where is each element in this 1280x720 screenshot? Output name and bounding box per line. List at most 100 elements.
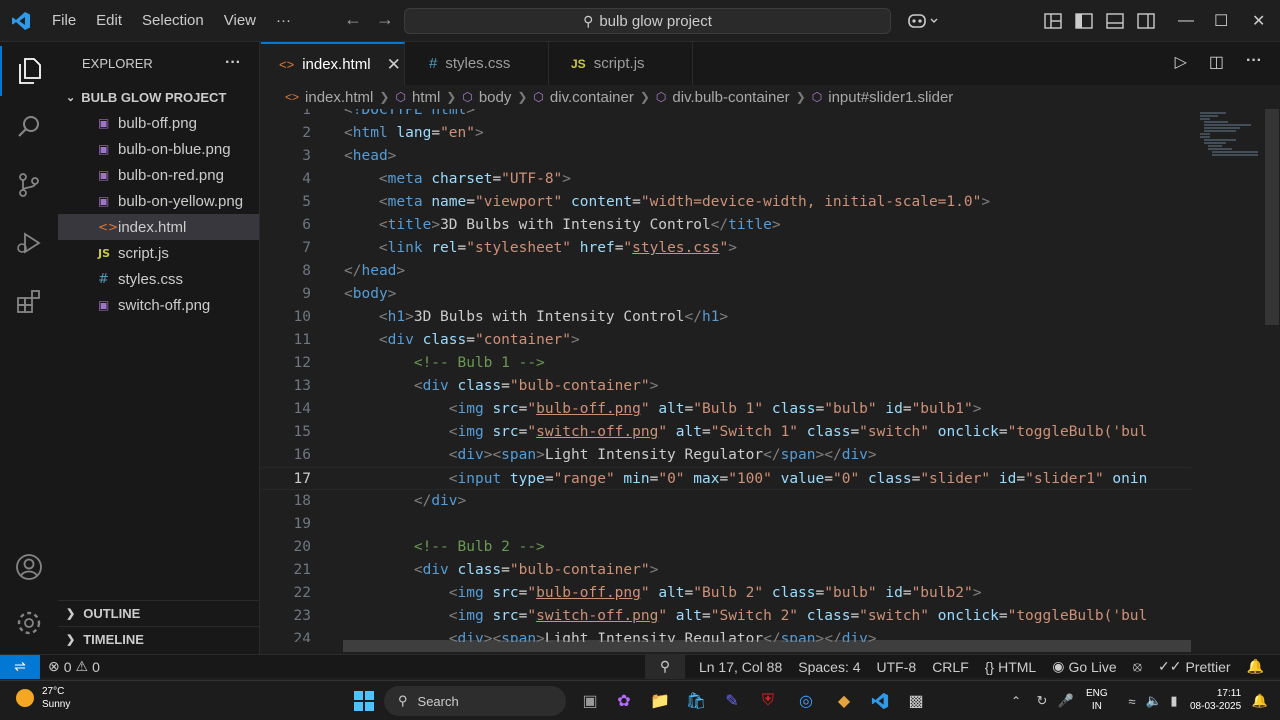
run-debug-icon[interactable]: [0, 218, 58, 268]
clock[interactable]: 17:11 08-03-2025: [1190, 687, 1241, 713]
account-icon[interactable]: [0, 542, 58, 592]
timeline-section[interactable]: ❯ TIMELINE: [58, 626, 260, 652]
problems-indicator[interactable]: ⊗ 0 ⚠ 0: [40, 655, 108, 679]
maximize-icon[interactable]: ☐: [1214, 0, 1228, 42]
more-actions-icon[interactable]: ···: [225, 54, 241, 72]
security-app-icon[interactable]: ⛨: [756, 689, 780, 713]
vertical-scrollbar[interactable]: [1265, 109, 1279, 325]
taskbar-search[interactable]: ⚲ Search: [384, 686, 566, 716]
code-editor[interactable]: 1 <!DOCTYPE html> 2 <html lang="en"> 3 <head>…: [261, 109, 1191, 642]
file-item-bulb-on-blue-png[interactable]: ▣ bulb-on-blue.png: [58, 136, 259, 162]
breadcrumb-item[interactable]: html: [412, 89, 440, 106]
go-live-button[interactable]: ◉ Go Live: [1044, 655, 1124, 679]
encoding[interactable]: UTF-8: [869, 655, 925, 679]
more-actions-icon[interactable]: ···: [1246, 52, 1262, 72]
settings-gear-icon[interactable]: [0, 598, 58, 648]
explorer-icon[interactable]: [0, 46, 58, 96]
terminal-app-icon[interactable]: ▩: [904, 689, 928, 713]
language-mode[interactable]: {} HTML: [977, 655, 1044, 679]
indentation[interactable]: Spaces: 4: [790, 655, 868, 679]
notification-center-icon[interactable]: 🔔: [1248, 689, 1272, 713]
toggle-secondary-sidebar-icon[interactable]: [1137, 0, 1155, 42]
minimap[interactable]: [1196, 109, 1266, 169]
source-control-icon[interactable]: [0, 160, 58, 210]
project-folder-header[interactable]: ⌄ BULB GLOW PROJECT: [58, 84, 259, 110]
code-line: 2 <html lang="en">: [261, 122, 1191, 145]
language-indicator[interactable]: ENG IN: [1086, 687, 1108, 713]
app-icon[interactable]: ✎: [720, 689, 744, 713]
file-item-index-html[interactable]: <> index.html: [58, 214, 259, 240]
microphone-icon[interactable]: 🎤: [1054, 689, 1078, 713]
code-token: =: [492, 171, 502, 187]
prettier-label: Prettier: [1185, 658, 1231, 675]
toggle-panel-icon[interactable]: [1106, 0, 1124, 42]
copilot-status-icon[interactable]: ⦻: [1125, 655, 1150, 679]
outline-section[interactable]: ❯ OUTLINE: [58, 600, 260, 626]
menu-selection[interactable]: Selection: [132, 0, 214, 42]
menu-more[interactable]: ···: [266, 0, 301, 42]
cursor-position[interactable]: Ln 17, Col 88: [691, 655, 790, 679]
menu-view[interactable]: View: [214, 0, 266, 42]
breadcrumb-item[interactable]: input#slider1.slider: [828, 89, 953, 106]
forward-arrow-icon[interactable]: →: [368, 9, 402, 30]
file-item-switch-off-png[interactable]: ▣ switch-off.png: [58, 292, 259, 318]
notifications-bell-icon[interactable]: 🔔: [1239, 655, 1272, 679]
breadcrumb-item[interactable]: index.html: [305, 89, 373, 106]
file-item-script-js[interactable]: JS script.js: [58, 240, 259, 266]
show-hidden-icons-icon[interactable]: ⌃: [1004, 689, 1028, 713]
split-editor-icon[interactable]: ◫: [1209, 52, 1224, 72]
file-explorer-icon[interactable]: 📁: [648, 689, 672, 713]
file-item-styles-css[interactable]: # styles.css: [58, 266, 259, 292]
customize-layout-icon[interactable]: [1044, 0, 1062, 42]
code-line: 3 <head>: [261, 145, 1191, 168]
remote-indicator-icon[interactable]: ⇌: [0, 654, 40, 679]
code-token: switch-off.png: [536, 424, 659, 440]
minimize-icon[interactable]: —: [1178, 0, 1194, 42]
toggle-sidebar-icon[interactable]: [1075, 0, 1093, 42]
extensions-icon[interactable]: [0, 276, 58, 326]
vscode-taskbar-icon[interactable]: [868, 689, 892, 713]
run-icon[interactable]: ▷: [1175, 52, 1187, 72]
close-icon[interactable]: ✕: [387, 55, 401, 75]
weather-widget[interactable]: 27°C Sunny: [16, 685, 70, 711]
breadcrumb-item[interactable]: body: [479, 89, 512, 106]
edge-browser-icon[interactable]: ◎: [794, 689, 818, 713]
windows-start-icon[interactable]: [352, 689, 376, 713]
sync-icon[interactable]: ↻: [1030, 689, 1054, 713]
tab-styles-css[interactable]: # styles.css: [405, 42, 549, 85]
wifi-icon[interactable]: ≈: [1120, 689, 1144, 713]
line-number: 18: [293, 493, 311, 509]
horizontal-scrollbar[interactable]: [343, 640, 1191, 652]
prettier-button[interactable]: ✓✓ Prettier: [1150, 655, 1239, 679]
zoom-icon[interactable]: ⚲: [644, 654, 685, 679]
editor-tabs: <> index.html ✕ # styles.css JS script.j…: [261, 42, 1280, 85]
battery-icon[interactable]: ▮: [1162, 689, 1186, 713]
breadcrumb-item[interactable]: div.container: [550, 89, 634, 106]
close-window-icon[interactable]: ✕: [1252, 0, 1265, 42]
file-item-bulb-off-png[interactable]: ▣ bulb-off.png: [58, 110, 259, 136]
tab-script-js[interactable]: JS script.js: [549, 42, 693, 85]
line-ending[interactable]: CRLF: [924, 655, 977, 679]
image-file-icon: ▣: [98, 194, 110, 208]
copilot-app-icon[interactable]: ✿: [612, 689, 636, 713]
menu-edit[interactable]: Edit: [86, 0, 132, 42]
back-arrow-icon[interactable]: ←: [336, 9, 370, 30]
code-line: 1 <!DOCTYPE html>: [261, 109, 1191, 122]
task-view-icon[interactable]: ▣: [578, 689, 602, 713]
warning-icon: ⚠: [75, 658, 89, 674]
command-center-search[interactable]: ⚲ bulb glow project: [404, 8, 891, 34]
code-token: <input: [448, 471, 502, 487]
copilot-icon[interactable]: [906, 0, 942, 42]
search-sidebar-icon[interactable]: [0, 102, 58, 152]
breadcrumb-item[interactable]: div.bulb-container: [672, 89, 789, 106]
code-line: 12 <!-- Bulb 1 -->: [261, 352, 1191, 375]
file-item-bulb-on-yellow-png[interactable]: ▣ bulb-on-yellow.png: [58, 188, 259, 214]
code-token: "viewport": [474, 194, 563, 210]
file-item-bulb-on-red-png[interactable]: ▣ bulb-on-red.png: [58, 162, 259, 188]
error-icon: ⊗: [48, 658, 60, 674]
store-icon[interactable]: 🛍: [684, 689, 708, 713]
tab-index-html[interactable]: <> index.html ✕: [261, 42, 405, 85]
game-app-icon[interactable]: ◆: [832, 689, 856, 713]
menu-file[interactable]: File: [42, 0, 86, 42]
activity-bar: [0, 42, 58, 654]
